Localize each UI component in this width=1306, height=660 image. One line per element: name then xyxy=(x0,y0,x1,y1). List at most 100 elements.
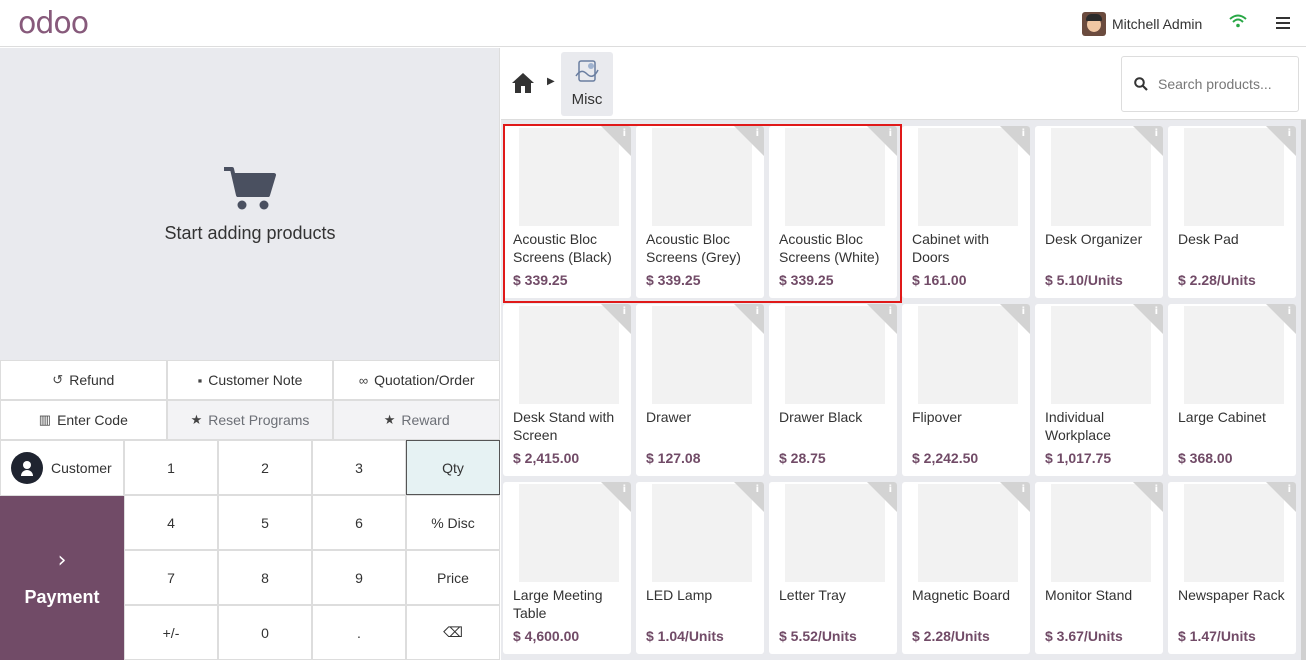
home-icon[interactable] xyxy=(511,72,535,94)
info-icon[interactable]: i xyxy=(756,306,759,317)
info-corner[interactable] xyxy=(601,304,631,334)
product-card[interactable]: i Individual Workplace $ 1,017.75 xyxy=(1035,304,1163,476)
product-price: $ 5.10/Units xyxy=(1045,272,1123,288)
info-icon[interactable]: i xyxy=(1288,484,1291,495)
product-card[interactable]: i Letter Tray $ 5.52/Units xyxy=(769,482,897,654)
product-price: $ 339.25 xyxy=(779,272,834,288)
numpad-key[interactable]: 7 xyxy=(124,550,218,605)
info-corner[interactable] xyxy=(601,482,631,512)
payment-button[interactable]: › Payment xyxy=(0,496,124,660)
info-corner[interactable] xyxy=(1133,304,1163,334)
info-corner[interactable] xyxy=(1266,482,1296,512)
numpad-key[interactable]: ⌫ xyxy=(406,605,500,660)
numpad-key[interactable]: 4 xyxy=(124,495,218,550)
odoo-logo[interactable]: odoo xyxy=(18,6,89,41)
link-icon: ∞ xyxy=(358,372,369,388)
customer-button[interactable]: Customer xyxy=(0,440,124,496)
product-card[interactable]: i LED Lamp $ 1.04/Units xyxy=(636,482,764,654)
info-icon[interactable]: i xyxy=(889,484,892,495)
reset-programs-button[interactable]: ★ Reset Programs xyxy=(166,400,334,440)
category-misc[interactable]: Misc xyxy=(561,52,613,116)
refund-button[interactable]: ↺ Refund xyxy=(0,360,167,400)
info-icon[interactable]: i xyxy=(889,306,892,317)
product-card[interactable]: i Desk Stand with Screen $ 2,415.00 xyxy=(503,304,631,476)
info-icon[interactable]: i xyxy=(1022,484,1025,495)
product-card[interactable]: i Desk Pad $ 2.28/Units xyxy=(1168,126,1296,298)
info-corner[interactable] xyxy=(867,482,897,512)
info-corner[interactable] xyxy=(1133,482,1163,512)
info-icon[interactable]: i xyxy=(623,484,626,495)
numpad-key[interactable]: Price xyxy=(406,550,500,605)
refund-label: Refund xyxy=(69,372,115,388)
product-card[interactable]: i Newspaper Rack $ 1.47/Units xyxy=(1168,482,1296,654)
numpad-key[interactable]: 8 xyxy=(218,550,312,605)
info-icon[interactable]: i xyxy=(1022,128,1025,139)
info-corner[interactable] xyxy=(1000,126,1030,156)
info-icon[interactable]: i xyxy=(1155,128,1158,139)
info-corner[interactable] xyxy=(1000,304,1030,334)
customer-note-button[interactable]: ▪ Customer Note xyxy=(166,360,334,400)
info-icon[interactable]: i xyxy=(756,484,759,495)
product-card[interactable]: i Acoustic Bloc Screens (Grey) $ 339.25 xyxy=(636,126,764,298)
menu-icon[interactable] xyxy=(1276,17,1290,29)
info-corner[interactable] xyxy=(1266,126,1296,156)
product-price: $ 1.04/Units xyxy=(646,628,724,644)
product-card[interactable]: i Large Cabinet $ 368.00 xyxy=(1168,304,1296,476)
info-icon[interactable]: i xyxy=(1288,128,1291,139)
info-corner[interactable] xyxy=(867,126,897,156)
product-price: $ 339.25 xyxy=(646,272,701,288)
product-card[interactable]: i Desk Organizer $ 5.10/Units xyxy=(1035,126,1163,298)
product-price: $ 127.08 xyxy=(646,450,701,466)
info-icon[interactable]: i xyxy=(1022,306,1025,317)
info-corner[interactable] xyxy=(734,304,764,334)
product-card[interactable]: i Large Meeting Table $ 4,600.00 xyxy=(503,482,631,654)
numpad-key[interactable]: % Disc xyxy=(406,495,500,550)
enter-code-label: Enter Code xyxy=(57,412,128,428)
product-card[interactable]: i Drawer Black $ 28.75 xyxy=(769,304,897,476)
numpad-key[interactable]: Qty xyxy=(406,440,500,495)
info-corner[interactable] xyxy=(867,304,897,334)
reward-button[interactable]: ★ Reward xyxy=(333,400,501,440)
scrollbar[interactable] xyxy=(1301,120,1306,660)
enter-code-button[interactable]: ▥ Enter Code xyxy=(0,400,167,440)
numpad-key[interactable]: 6 xyxy=(312,495,406,550)
info-icon[interactable]: i xyxy=(756,128,759,139)
info-corner[interactable] xyxy=(1266,304,1296,334)
numpad-key[interactable]: 5 xyxy=(218,495,312,550)
product-card[interactable]: i Acoustic Bloc Screens (White) $ 339.25 xyxy=(769,126,897,298)
product-card[interactable]: i Magnetic Board $ 2.28/Units xyxy=(902,482,1030,654)
info-icon[interactable]: i xyxy=(889,128,892,139)
product-name: Acoustic Bloc Screens (Grey) xyxy=(646,231,741,265)
search-box[interactable] xyxy=(1121,56,1299,112)
numpad-key[interactable]: 0 xyxy=(218,605,312,660)
star-icon: ★ xyxy=(383,412,396,427)
info-icon[interactable]: i xyxy=(1155,306,1158,317)
wifi-icon[interactable] xyxy=(1229,14,1247,28)
search-input[interactable] xyxy=(1158,76,1288,92)
info-corner[interactable] xyxy=(1000,482,1030,512)
info-corner[interactable] xyxy=(734,482,764,512)
info-icon[interactable]: i xyxy=(623,128,626,139)
product-card[interactable]: i Flipover $ 2,242.50 xyxy=(902,304,1030,476)
product-card[interactable]: i Monitor Stand $ 3.67/Units xyxy=(1035,482,1163,654)
info-icon[interactable]: i xyxy=(1155,484,1158,495)
numpad-key[interactable]: 2 xyxy=(218,440,312,495)
customer-label: Customer xyxy=(51,460,112,476)
info-icon[interactable]: i xyxy=(1288,306,1291,317)
product-card[interactable]: i Cabinet with Doors $ 161.00 xyxy=(902,126,1030,298)
user-menu[interactable]: Mitchell Admin xyxy=(1082,11,1202,37)
info-corner[interactable] xyxy=(601,126,631,156)
numpad-key[interactable]: . xyxy=(312,605,406,660)
info-icon[interactable]: i xyxy=(623,306,626,317)
info-corner[interactable] xyxy=(734,126,764,156)
product-card[interactable]: i Acoustic Bloc Screens (Black) $ 339.25 xyxy=(503,126,631,298)
cart-icon xyxy=(224,166,276,209)
quotation-order-button[interactable]: ∞ Quotation/Order xyxy=(333,360,501,400)
numpad-key[interactable]: 3 xyxy=(312,440,406,495)
numpad-key[interactable]: 9 xyxy=(312,550,406,605)
product-card[interactable]: i Drawer $ 127.08 xyxy=(636,304,764,476)
numpad-key[interactable]: +/- xyxy=(124,605,218,660)
chevron-right-icon: › xyxy=(57,548,67,573)
numpad-key[interactable]: 1 xyxy=(124,440,218,495)
info-corner[interactable] xyxy=(1133,126,1163,156)
